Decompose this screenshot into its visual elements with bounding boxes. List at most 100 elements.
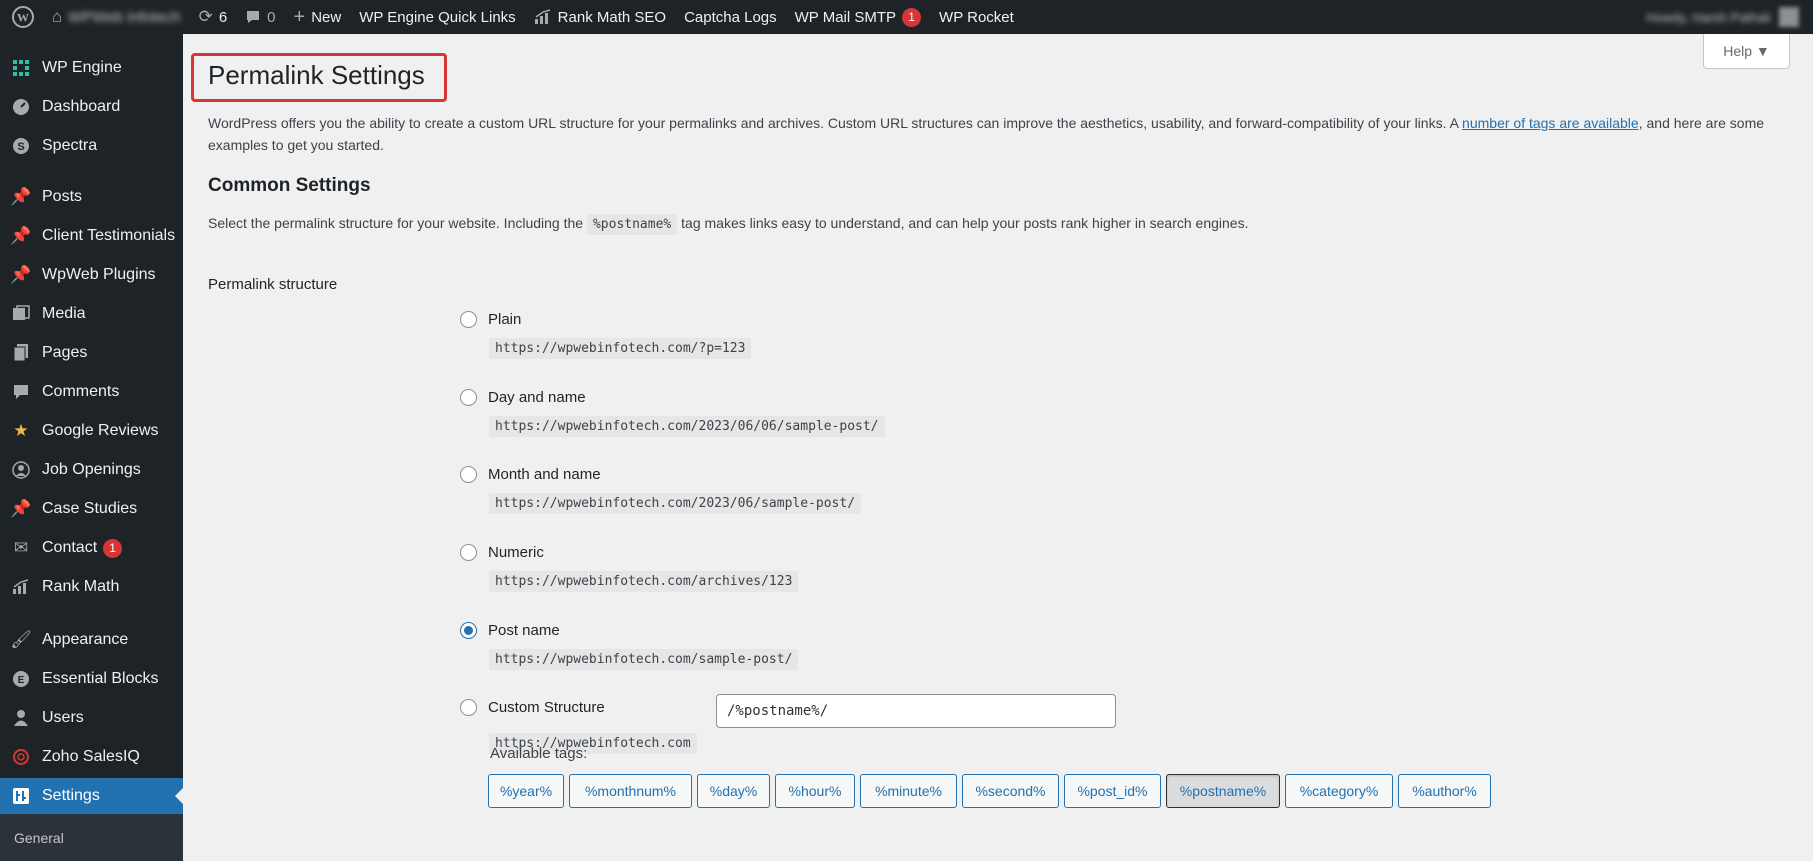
wp-engine-quick-links-label: WP Engine Quick Links xyxy=(359,8,516,26)
radio-post-name[interactable] xyxy=(460,622,477,639)
option-numeric[interactable]: Numeric xyxy=(460,544,544,561)
intro-text: WordPress offers you the ability to crea… xyxy=(208,112,1798,156)
wp-mail-smtp-label: WP Mail SMTP xyxy=(794,8,897,26)
description-text: tag makes links easy to understand, and … xyxy=(681,215,1249,231)
site-name-link[interactable]: ⌂ WPWeb Infotech xyxy=(43,0,190,34)
site-name: WPWeb Infotech xyxy=(68,8,181,26)
option-label: Numeric xyxy=(488,544,544,561)
tag-button-author[interactable]: %author% xyxy=(1398,774,1491,808)
grid-icon xyxy=(10,57,32,79)
sidebar-item-contact[interactable]: ✉ Contact 1 xyxy=(0,530,183,566)
available-tags-link[interactable]: number of tags are available xyxy=(1462,115,1639,131)
tag-button-minute[interactable]: %minute% xyxy=(860,774,957,808)
sidebar-item-zoho-salesiq[interactable]: Zoho SalesIQ xyxy=(0,739,183,775)
sidebar-item-wpweb-plugins[interactable]: 📌 WpWeb Plugins xyxy=(0,257,183,293)
submenu-item-general[interactable]: General xyxy=(0,814,183,861)
tag-button-year[interactable]: %year% xyxy=(488,774,564,808)
example-url: https://wpwebinfotech.com/2023/06/06/sam… xyxy=(489,416,885,437)
sidebar-item-client-testimonials[interactable]: 📌 Client Testimonials xyxy=(0,218,183,254)
sidebar-item-posts[interactable]: 📌 Posts xyxy=(0,179,183,215)
pin-icon: 📌 xyxy=(10,226,32,245)
sidebar-item-comments[interactable]: Comments xyxy=(0,374,183,410)
admin-bar: W ⌂ WPWeb Infotech ⟳ 6 0 + New WP Engine… xyxy=(0,0,1813,34)
sidebar-item-spectra[interactable]: S Spectra xyxy=(0,128,183,164)
svg-text:E: E xyxy=(18,675,25,686)
example-url: https://wpwebinfotech.com/sample-post/ xyxy=(489,649,799,670)
sidebar-item-settings[interactable]: Settings xyxy=(0,778,183,814)
my-account-link[interactable]: Howdy, Harsh Pathak xyxy=(1646,0,1799,34)
radio-month-and-name[interactable] xyxy=(460,466,477,483)
sidebar-item-essential-blocks[interactable]: E Essential Blocks xyxy=(0,661,183,697)
sidebar-item-label: WP Engine xyxy=(42,59,122,76)
avatar xyxy=(1779,7,1799,27)
tag-button-hour[interactable]: %hour% xyxy=(775,774,855,808)
tag-button-second[interactable]: %second% xyxy=(962,774,1059,808)
sidebar-item-google-reviews[interactable]: ★ Google Reviews xyxy=(0,413,183,449)
example-url: https://wpwebinfotech.com/2023/06/sample… xyxy=(489,493,862,514)
help-button[interactable]: Help ▼ xyxy=(1703,34,1790,69)
radio-custom-structure[interactable] xyxy=(460,699,477,716)
rank-math-icon xyxy=(10,576,32,598)
sidebar-item-label: Media xyxy=(42,305,86,322)
example-code: https://wpwebinfotech.com/sample-post/ xyxy=(489,649,799,670)
sidebar-item-appearance[interactable]: 🖌 Appearance xyxy=(0,622,183,658)
example-url: https://wpwebinfotech.com/?p=123 xyxy=(489,338,752,359)
admin-sidebar: WP Engine Dashboard S Spectra 📌 Posts 📌 … xyxy=(0,34,183,861)
comments-link[interactable]: 0 xyxy=(236,0,284,34)
sidebar-item-wp-engine[interactable]: WP Engine xyxy=(0,50,183,86)
brush-icon: 🖌 xyxy=(10,630,32,649)
permalink-structure-label: Permalink structure xyxy=(208,276,338,293)
sidebar-item-job-openings[interactable]: Job Openings xyxy=(0,452,183,488)
sidebar-item-case-studies[interactable]: 📌 Case Studies xyxy=(0,491,183,527)
radio-plain[interactable] xyxy=(460,311,477,328)
pin-icon: 📌 xyxy=(10,499,32,518)
rank-math-icon xyxy=(534,9,552,25)
rank-math-seo-link[interactable]: Rank Math SEO xyxy=(525,0,675,34)
sidebar-item-dashboard[interactable]: Dashboard xyxy=(0,89,183,125)
plus-icon: + xyxy=(293,5,306,28)
updates-icon: ⟳ xyxy=(198,7,213,26)
pin-icon: 📌 xyxy=(10,265,32,284)
radio-day-and-name[interactable] xyxy=(460,389,477,406)
sidebar-item-users[interactable]: Users xyxy=(0,700,183,736)
example-code: https://wpwebinfotech.com/2023/06/sample… xyxy=(489,493,862,514)
updates-link[interactable]: ⟳ 6 xyxy=(190,0,237,34)
sidebar-item-pages[interactable]: Pages xyxy=(0,335,183,371)
available-tags-label: Available tags: xyxy=(490,745,588,762)
captcha-logs-label: Captcha Logs xyxy=(684,8,777,26)
tag-button-postname[interactable]: %postname% xyxy=(1166,774,1280,808)
postname-code: %postname% xyxy=(586,214,678,235)
option-plain[interactable]: Plain xyxy=(460,311,521,328)
tag-button-category[interactable]: %category% xyxy=(1285,774,1393,808)
option-day-and-name[interactable]: Day and name xyxy=(460,389,586,406)
wp-engine-quick-links[interactable]: WP Engine Quick Links xyxy=(350,0,524,34)
pages-icon xyxy=(10,342,32,364)
tag-button-day[interactable]: %day% xyxy=(697,774,770,808)
updates-count: 6 xyxy=(218,8,228,26)
captcha-logs-link[interactable]: Captcha Logs xyxy=(675,0,786,34)
wp-rocket-link[interactable]: WP Rocket xyxy=(930,0,1023,34)
sidebar-item-label: Google Reviews xyxy=(42,422,159,439)
wp-mail-smtp-link[interactable]: WP Mail SMTP 1 xyxy=(786,0,930,34)
howdy-text: Howdy, Harsh Pathak xyxy=(1646,9,1771,25)
example-code: https://wpwebinfotech.com/archives/123 xyxy=(489,571,799,592)
option-custom-structure[interactable]: Custom Structure xyxy=(460,699,605,716)
radio-numeric[interactable] xyxy=(460,544,477,561)
option-post-name[interactable]: Post name xyxy=(460,622,560,639)
option-month-and-name[interactable]: Month and name xyxy=(460,466,601,483)
custom-structure-input[interactable]: /%postname%/ xyxy=(716,694,1116,728)
tag-button-monthnum[interactable]: %monthnum% xyxy=(569,774,692,808)
page-title: Permalink Settings xyxy=(208,60,425,90)
sidebar-item-label: Appearance xyxy=(42,631,129,648)
dashboard-icon xyxy=(10,96,32,118)
tag-button-post-id[interactable]: %post_id% xyxy=(1064,774,1161,808)
common-settings-description: Select the permalink structure for your … xyxy=(208,214,1249,235)
intro-text-part: WordPress offers you the ability to crea… xyxy=(208,115,1463,131)
option-label: Post name xyxy=(488,622,560,639)
wordpress-logo-button[interactable]: W xyxy=(0,0,43,34)
sidebar-item-media[interactable]: Media xyxy=(0,296,183,332)
new-content-link[interactable]: + New xyxy=(285,0,351,34)
description-text: Select the permalink structure for your … xyxy=(208,215,584,231)
sidebar-item-rank-math[interactable]: Rank Math xyxy=(0,569,183,605)
example-code: https://wpwebinfotech.com/2023/06/06/sam… xyxy=(489,416,885,437)
